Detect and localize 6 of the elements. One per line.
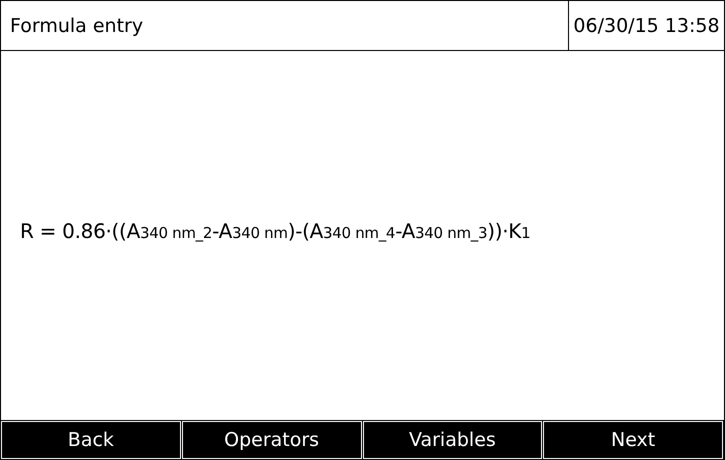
screen-title: Formula entry xyxy=(9,14,144,38)
softkey-button[interactable]: Variables xyxy=(362,421,542,459)
softkey-button[interactable]: Operators xyxy=(182,421,362,459)
softkey-button[interactable]: Next xyxy=(543,421,723,459)
date-time: 06/30/15 13:58 xyxy=(568,1,724,50)
softkey-button[interactable]: Back xyxy=(1,421,181,459)
